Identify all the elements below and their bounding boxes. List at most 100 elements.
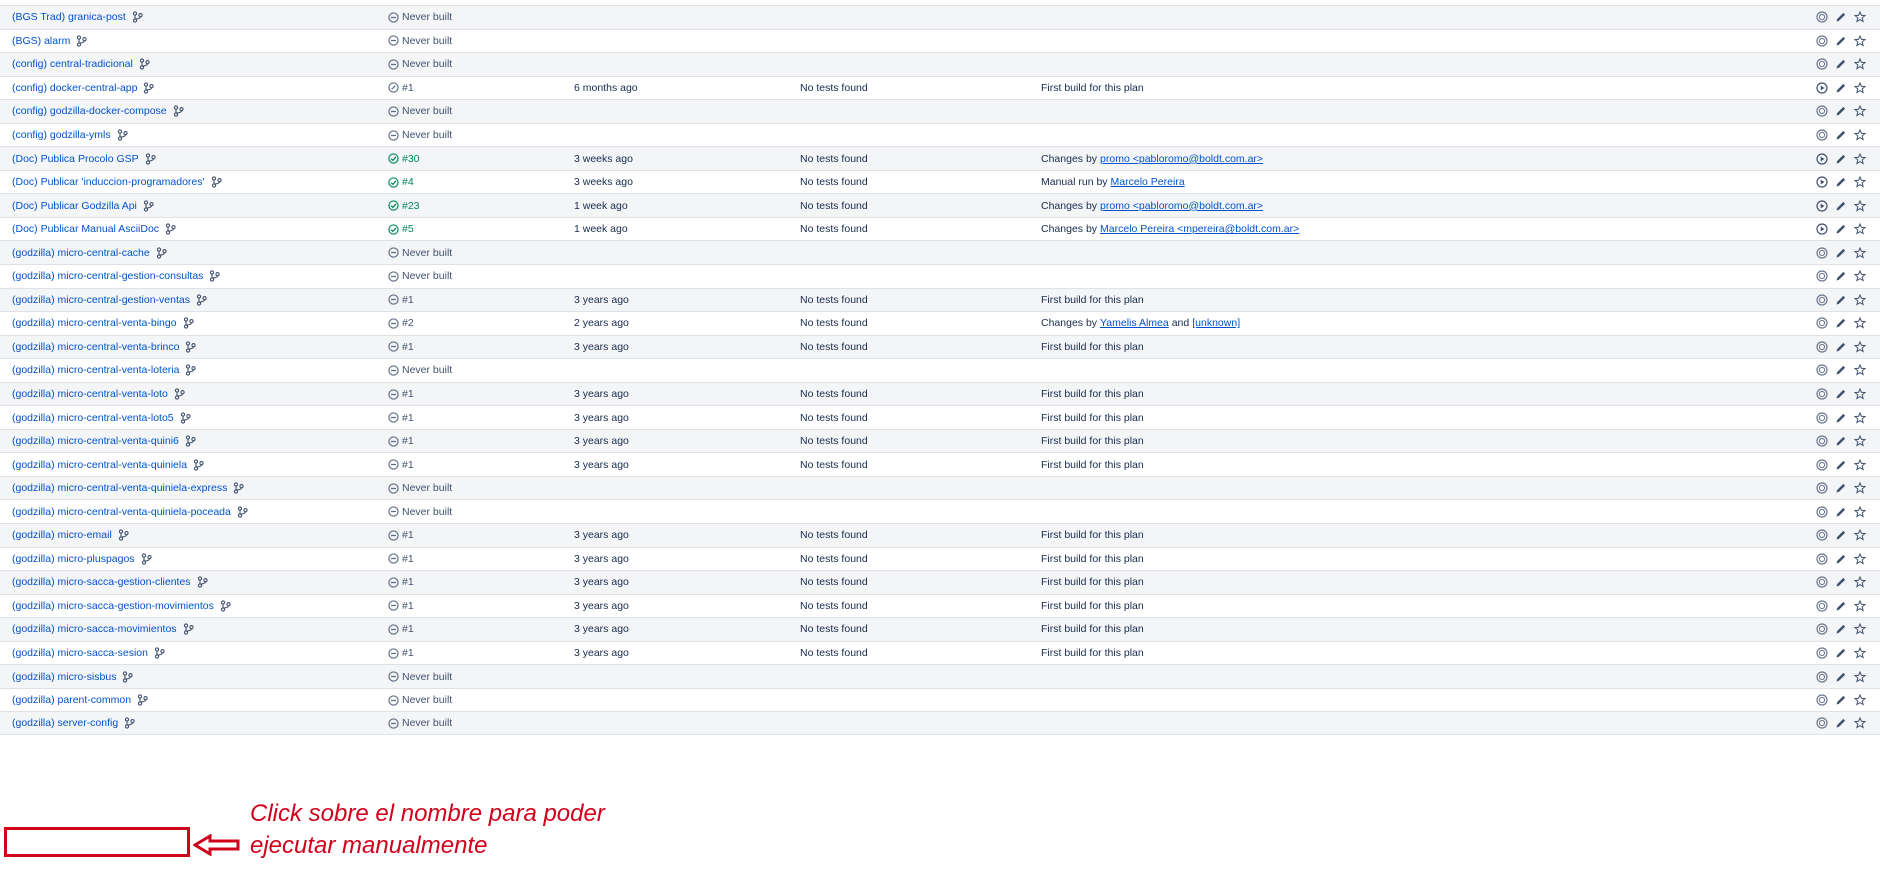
build-status-text[interactable]: #1 <box>402 459 414 471</box>
pencil-icon[interactable] <box>1835 647 1847 659</box>
star-icon[interactable] <box>1854 388 1866 400</box>
pencil-icon[interactable] <box>1835 482 1847 494</box>
branch-icon[interactable] <box>143 82 155 94</box>
run-disabled-icon[interactable] <box>1816 506 1828 518</box>
plan-name-link[interactable]: (godzilla) server-config <box>12 717 118 729</box>
star-icon[interactable] <box>1854 623 1866 636</box>
star-icon[interactable] <box>1854 58 1866 70</box>
branch-icon[interactable] <box>173 105 184 118</box>
branch-icon[interactable] <box>143 199 154 212</box>
star-icon[interactable] <box>1854 694 1866 706</box>
build-status-text[interactable]: #1 <box>402 600 414 612</box>
star-icon[interactable] <box>1854 435 1866 447</box>
branch-icon[interactable] <box>185 364 197 377</box>
run-disabled-icon[interactable] <box>1816 553 1828 565</box>
run-disabled-icon[interactable] <box>1816 364 1828 377</box>
star-icon[interactable] <box>1854 81 1866 94</box>
pencil-icon[interactable] <box>1835 317 1847 329</box>
branch-icon[interactable] <box>145 152 156 165</box>
branch-icon[interactable] <box>211 176 222 188</box>
build-status-text[interactable]: #1 <box>402 553 414 565</box>
run-disabled-icon[interactable] <box>1816 317 1828 329</box>
star-icon[interactable] <box>1854 317 1866 329</box>
plan-name-link[interactable]: (godzilla) micro-central-venta-quiniela <box>12 459 187 471</box>
star-icon[interactable] <box>1854 270 1866 282</box>
run-disabled-icon[interactable] <box>1816 576 1828 588</box>
run-disabled-icon[interactable] <box>1816 694 1828 706</box>
plan-name-link[interactable]: (godzilla) micro-central-venta-loto <box>12 388 168 400</box>
build-status-text[interactable]: #1 <box>402 435 414 447</box>
pencil-icon[interactable] <box>1835 176 1847 188</box>
run-disabled-icon[interactable] <box>1816 482 1828 494</box>
reason-link[interactable]: [unknown] <box>1192 317 1240 329</box>
run-disabled-icon[interactable] <box>1816 459 1828 471</box>
star-icon[interactable] <box>1854 11 1866 23</box>
run-disabled-icon[interactable] <box>1816 270 1828 282</box>
run-disabled-icon[interactable] <box>1816 529 1828 541</box>
pencil-icon[interactable] <box>1835 105 1847 117</box>
pencil-icon[interactable] <box>1835 58 1847 70</box>
branch-icon[interactable] <box>220 600 231 612</box>
pencil-icon[interactable] <box>1835 82 1847 94</box>
run-disabled-icon[interactable] <box>1816 294 1828 306</box>
star-icon[interactable] <box>1854 599 1866 612</box>
branch-icon[interactable] <box>183 623 194 636</box>
branch-icon[interactable] <box>118 529 129 541</box>
run-disabled-icon[interactable] <box>1816 623 1828 636</box>
pencil-icon[interactable] <box>1835 529 1847 541</box>
branch-icon[interactable] <box>141 553 152 565</box>
star-icon[interactable] <box>1854 105 1866 118</box>
plan-name-link[interactable]: (godzilla) micro-central-gestion-consult… <box>12 270 203 282</box>
pencil-icon[interactable] <box>1835 35 1847 47</box>
build-status-text[interactable]: #1 <box>402 647 414 659</box>
plan-name-link[interactable]: (godzilla) micro-central-cache <box>12 247 150 259</box>
run-disabled-icon[interactable] <box>1816 717 1828 729</box>
branch-icon[interactable] <box>124 717 135 729</box>
star-icon[interactable] <box>1854 717 1866 729</box>
branch-icon[interactable] <box>76 35 87 47</box>
run-icon[interactable] <box>1816 223 1828 235</box>
build-status-text[interactable]: #2 <box>402 317 414 329</box>
branch-icon[interactable] <box>137 694 148 706</box>
run-disabled-icon[interactable] <box>1816 105 1828 118</box>
plan-name-link[interactable]: (godzilla) micro-central-venta-loteria <box>12 364 179 376</box>
run-disabled-icon[interactable] <box>1816 129 1828 141</box>
build-status-text[interactable]: #1 <box>402 576 414 588</box>
run-disabled-icon[interactable] <box>1816 58 1828 70</box>
run-disabled-icon[interactable] <box>1816 388 1828 400</box>
branch-icon[interactable] <box>180 411 191 424</box>
star-icon[interactable] <box>1854 340 1866 353</box>
star-icon[interactable] <box>1854 505 1866 518</box>
plan-name-link[interactable]: (godzilla) micro-pluspagos <box>12 553 135 565</box>
run-disabled-icon[interactable] <box>1816 647 1828 659</box>
pencil-icon[interactable] <box>1835 412 1847 424</box>
pencil-icon[interactable] <box>1835 11 1847 23</box>
plan-name-link[interactable]: (godzilla) micro-central-venta-brinco <box>12 341 179 353</box>
pencil-icon[interactable] <box>1835 694 1847 706</box>
branch-icon[interactable] <box>196 294 207 306</box>
star-icon[interactable] <box>1854 129 1866 141</box>
star-icon[interactable] <box>1854 223 1866 235</box>
plan-name-link[interactable]: (Doc) Publicar Manual AsciiDoc <box>12 223 159 235</box>
star-icon[interactable] <box>1854 364 1866 377</box>
star-icon[interactable] <box>1854 246 1866 259</box>
run-disabled-icon[interactable] <box>1816 600 1828 612</box>
reason-link[interactable]: Marcelo Pereira <mpereira@boldt.com.ar> <box>1100 223 1299 235</box>
star-icon[interactable] <box>1854 199 1866 212</box>
star-icon[interactable] <box>1854 34 1866 47</box>
branch-icon[interactable] <box>197 576 208 589</box>
build-status-text[interactable]: #30 <box>402 153 420 165</box>
build-status-text[interactable]: #1 <box>402 412 414 424</box>
branch-icon[interactable] <box>117 129 128 141</box>
run-disabled-icon[interactable] <box>1816 670 1828 683</box>
pencil-icon[interactable] <box>1835 247 1847 259</box>
build-status-text[interactable]: #1 <box>402 529 414 541</box>
plan-name-link[interactable]: (godzilla) micro-sacca-gestion-movimient… <box>12 600 214 612</box>
branch-icon[interactable] <box>165 223 176 235</box>
star-icon[interactable] <box>1854 458 1866 471</box>
plan-name-link[interactable]: (godzilla) micro-central-venta-loto5 <box>12 412 174 424</box>
plan-name-link[interactable]: (godzilla) micro-email <box>12 529 112 541</box>
star-icon[interactable] <box>1854 176 1866 188</box>
plan-name-link[interactable]: (Doc) Publicar Godzilla Api <box>12 200 137 212</box>
build-status-text[interactable]: #5 <box>402 223 414 235</box>
